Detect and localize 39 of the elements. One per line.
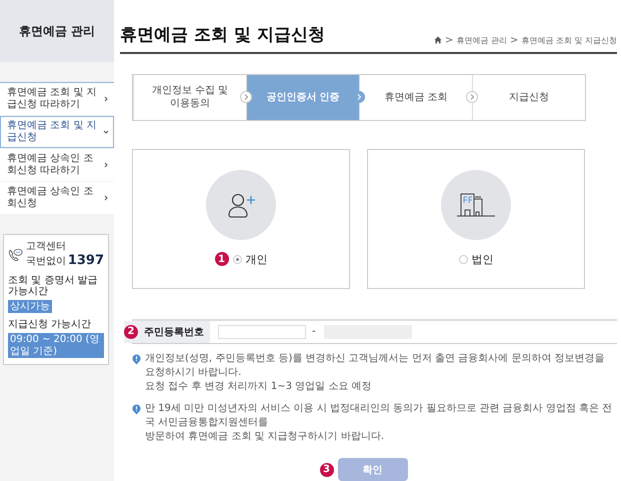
breadcrumb-separator: > — [510, 34, 518, 46]
note-text: 방문하여 휴면예금 조회 및 지급청구하시기 바랍니다. — [145, 430, 386, 444]
chevron-right-icon — [103, 162, 109, 168]
chevron-right-icon — [103, 96, 109, 102]
step-number-badge: 3 — [320, 462, 334, 476]
home-icon[interactable] — [434, 36, 442, 44]
note-text: 만 19세 미만 미성년자의 서비스 이용 시 법정대리인의 동의가 필요하므로 관련 금융회사 영업점 혹은 전국 서민금융통합지원센터를 — [145, 402, 614, 430]
contact-label: 고객센터 — [26, 241, 67, 253]
contact-note: 국번없이 — [26, 256, 66, 268]
radio-label: 법인 — [472, 252, 494, 267]
phone-number: 1397 — [68, 253, 104, 269]
hours-tag: 상시가능 — [8, 300, 52, 314]
radio-label: 개인 — [246, 252, 268, 267]
separator: - — [312, 326, 316, 338]
field-label: 주민등록번호 — [144, 326, 204, 339]
radio-button[interactable] — [458, 254, 468, 264]
step-number-badge: 2 — [124, 324, 138, 339]
sidebar-item[interactable]: 휴면예금 상속인 조회신청 따라하기 — [0, 149, 114, 181]
radio-button[interactable] — [232, 254, 242, 264]
info-icon — [132, 404, 141, 415]
note-text: 요청 접수 후 변경 처리까지 1~3 영업일 소요 예정 — [145, 380, 373, 394]
breadcrumb-separator: > — [445, 34, 454, 46]
hours-label: 지급신청 가능시간 — [8, 319, 92, 330]
section-title: 휴면예금 관리 — [18, 22, 96, 40]
info-icon — [132, 354, 141, 365]
step-number-badge: 1 — [214, 252, 228, 266]
page-title: 휴면예금 조회 및 지급신청 — [120, 24, 325, 46]
sidebar-item[interactable]: 휴면예금 조회 및 지급신청 따라하기 — [0, 83, 114, 115]
input-field[interactable] — [218, 324, 306, 339]
sidebar-item[interactable]: 휴면예금 상속인 조회신청 — [0, 182, 114, 214]
building-icon — [456, 192, 496, 218]
note-text: 개인정보(성명, 주민등록번호 등)를 변경하신 고객님께서는 먼저 출연 금융회사에 문의하여 정보변경을 요청하시기 바랍니다. — [145, 352, 606, 380]
breadcrumb-link[interactable]: 휴면예금 조회 및 지급신청 — [521, 34, 617, 46]
hours-tag: 09:00 ~ 20:00 (영업일 기준) — [8, 333, 104, 358]
hours-label: 조회 및 증명서 발급 가능시간 — [8, 274, 99, 297]
breadcrumb-link[interactable]: 휴면예금 관리 — [456, 34, 507, 46]
sidebar-item[interactable]: 휴면예금 조회 및 지급신청 — [0, 116, 114, 148]
chevron-right-icon — [103, 195, 109, 201]
chevron-down-icon — [103, 129, 109, 135]
